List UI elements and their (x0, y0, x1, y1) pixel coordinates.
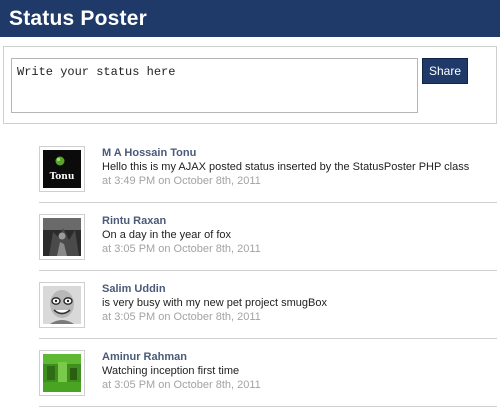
author-name[interactable]: Aminur Rahman (102, 350, 497, 364)
user-avatar-image: Tonu (43, 150, 81, 188)
author-name[interactable]: Salim Uddin (102, 282, 497, 296)
status-text: Hello this is my AJAX posted status inse… (102, 161, 470, 173)
avatar (39, 214, 85, 260)
avatar: Tonu (39, 146, 85, 192)
user-avatar-image (43, 354, 81, 392)
user-avatar-image (43, 218, 81, 256)
status-content: Rintu Raxan On a day in the year of fox … (102, 214, 497, 256)
status-timestamp: at 3:05 PM on October 8th, 2011 (102, 311, 261, 323)
share-button[interactable]: Share (422, 58, 468, 84)
status-text: Watching inception first time (102, 365, 240, 377)
status-content: Aminur Rahman Watching inception first t… (102, 350, 497, 392)
status-composer: Share (3, 46, 497, 124)
status-item: Salim Uddin is very busy with my new pet… (39, 282, 497, 339)
status-item: Tonu M A Hossain Tonu Hello this is my A… (39, 146, 497, 203)
avatar-logo-text: Tonu (50, 172, 75, 182)
status-timestamp: at 3:05 PM on October 8th, 2011 (102, 243, 261, 255)
page-title: Status Poster (9, 6, 147, 30)
status-text: On a day in the year of fox (102, 229, 232, 241)
author-name[interactable]: Rintu Raxan (102, 214, 497, 228)
avatar (39, 282, 85, 328)
status-timestamp: at 3:49 PM on October 8th, 2011 (102, 175, 261, 187)
status-text: is very busy with my new pet project smu… (102, 297, 327, 309)
status-item: Rintu Raxan On a day in the year of fox … (39, 214, 497, 271)
status-feed: Tonu M A Hossain Tonu Hello this is my A… (39, 146, 497, 418)
app-header: Status Poster (0, 0, 500, 37)
status-content: M A Hossain Tonu Hello this is my AJAX p… (102, 146, 497, 188)
status-item: Aminur Rahman Watching inception first t… (39, 350, 497, 407)
status-content: Salim Uddin is very busy with my new pet… (102, 282, 497, 324)
status-input[interactable] (11, 58, 418, 113)
status-timestamp: at 3:05 PM on October 8th, 2011 (102, 379, 261, 391)
avatar (39, 350, 85, 396)
author-name[interactable]: M A Hossain Tonu (102, 146, 497, 160)
user-avatar-image (43, 286, 81, 324)
